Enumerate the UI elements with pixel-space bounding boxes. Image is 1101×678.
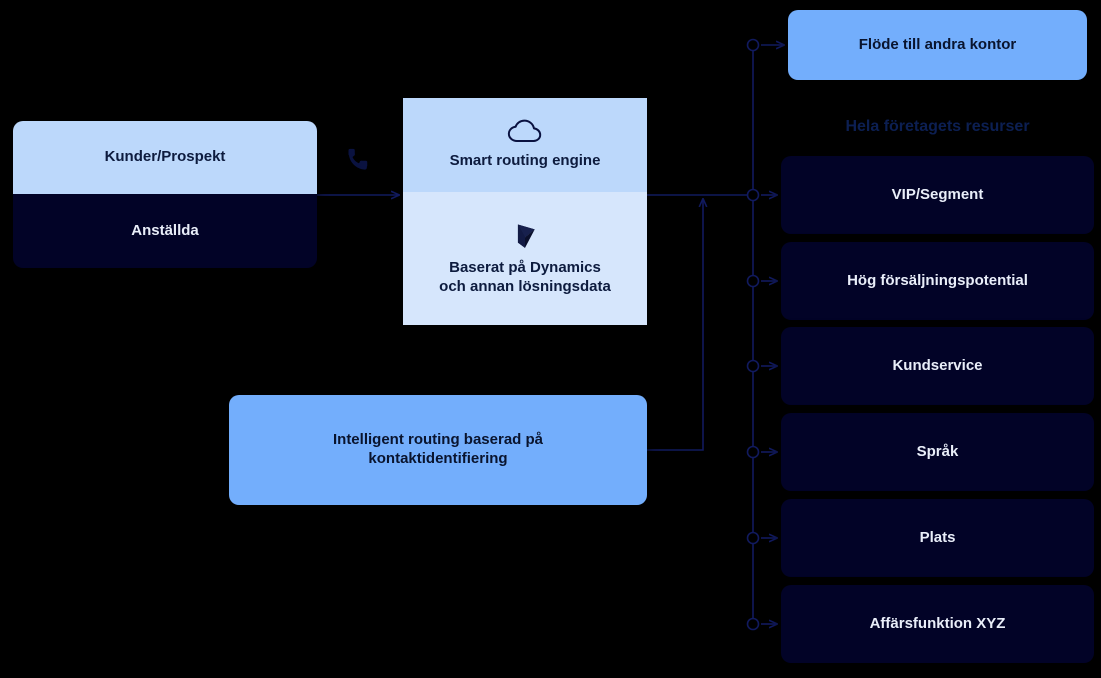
cloud-icon: [506, 119, 544, 144]
node-flow-other-offices[interactable]: Flöde till andra kontor: [788, 10, 1087, 80]
node-business-function-xyz-label: Affärsfunktion XYZ: [869, 614, 1006, 632]
node-customer-service[interactable]: Kundservice: [781, 327, 1094, 405]
node-dynamics-basis[interactable]: Baserat på Dynamics och annan lösningsda…: [403, 192, 647, 325]
smart-routing-group: Smart routing engine Baserat på Dynamics…: [403, 98, 647, 325]
node-customers-prospects-label: Kunder/Prospekt: [104, 148, 226, 166]
node-customer-service-label: Kundservice: [892, 356, 983, 374]
node-high-sales-potential-label: Hög försäljningspotential: [847, 271, 1028, 289]
phone-icon: [344, 145, 374, 175]
node-customers-prospects[interactable]: Kunder/Prospekt: [13, 121, 317, 194]
node-flow-other-offices-label: Flöde till andra kontor: [858, 35, 1017, 53]
node-smart-routing-engine-label: Smart routing engine: [449, 152, 601, 170]
node-business-function-xyz[interactable]: Affärsfunktion XYZ: [781, 585, 1094, 663]
node-dynamics-basis-label: Baserat på Dynamics och annan lösningsda…: [439, 258, 611, 295]
dynamics-logo-icon: [510, 221, 540, 251]
contact-sources-group: Kunder/Prospekt Anställda: [13, 121, 317, 268]
node-high-sales-potential[interactable]: Hög försäljningspotential: [781, 242, 1094, 320]
node-vip-segment-label: VIP/Segment: [891, 185, 984, 203]
resources-section-header: Hela företagets resurser: [845, 118, 1030, 135]
node-employees-label: Anställda: [131, 221, 199, 239]
node-intelligent-routing-note-label: Intelligent routing baserad på kontaktid…: [332, 431, 544, 467]
diagram-canvas: Kunder/Prospekt Anställda Smart routing …: [0, 0, 1101, 678]
node-language-label: Språk: [916, 442, 959, 460]
node-location[interactable]: Plats: [781, 499, 1094, 577]
node-vip-segment[interactable]: VIP/Segment: [781, 156, 1094, 234]
node-language[interactable]: Språk: [781, 413, 1094, 491]
node-employees[interactable]: Anställda: [13, 194, 317, 268]
node-smart-routing-engine[interactable]: Smart routing engine: [403, 98, 647, 192]
node-location-label: Plats: [919, 528, 956, 546]
node-intelligent-routing-note[interactable]: Intelligent routing baserad på kontaktid…: [229, 395, 647, 505]
